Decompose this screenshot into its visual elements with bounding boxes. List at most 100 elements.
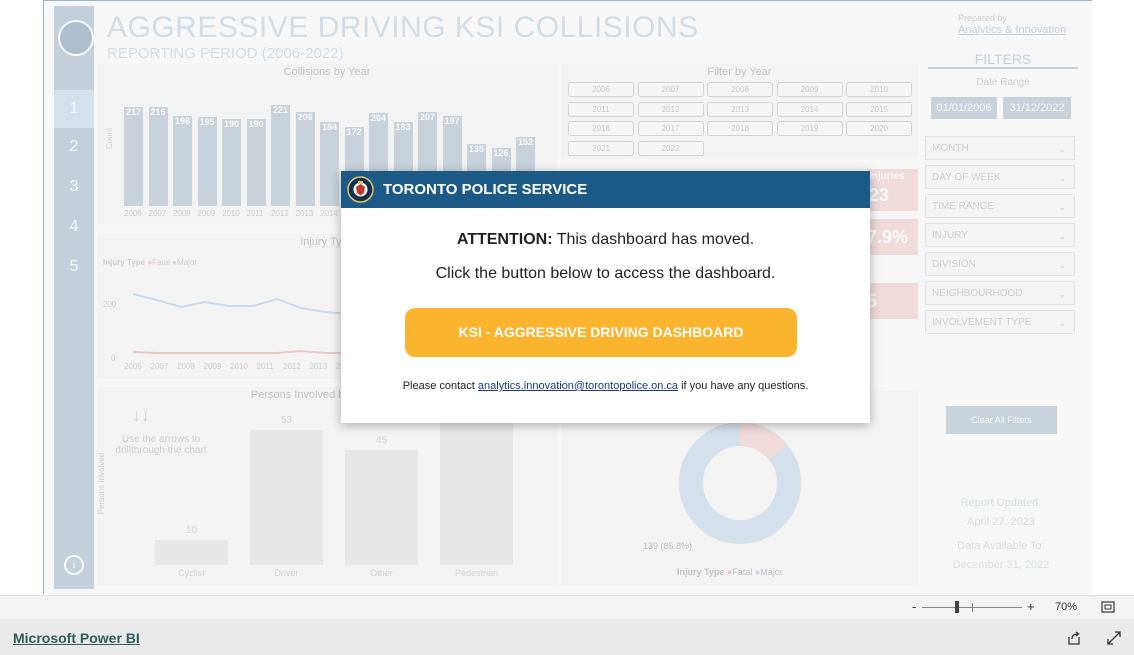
year-filter-2007[interactable]: 2007 xyxy=(637,82,704,97)
fullscreen-icon[interactable] xyxy=(1106,630,1122,646)
persons-category-label: Pedestrian xyxy=(454,568,499,578)
nav-page-4[interactable]: 4 xyxy=(54,208,94,246)
nav-page-2[interactable]: 2 xyxy=(54,128,94,166)
zoom-out-button[interactable]: - xyxy=(912,599,916,614)
info-icon[interactable]: i xyxy=(64,555,84,575)
report-updated-label: Report Updated: xyxy=(960,497,1042,509)
major-series-line xyxy=(132,293,350,315)
tps-logo-icon xyxy=(58,20,94,56)
kpi-injuries-label: Injuries xyxy=(869,171,905,182)
collision-bar-2012[interactable]: 221 xyxy=(271,105,290,206)
slicer-label: INVOLVEMENT TYPE xyxy=(932,317,1032,328)
year-filter-2006[interactable]: 2006 xyxy=(568,82,634,97)
collision-bar-2008[interactable]: 198 xyxy=(173,115,192,206)
slicer-month[interactable]: MONTH ⌄ xyxy=(925,136,1075,160)
report-updated-date: April 27, 2023 xyxy=(967,516,1035,528)
year-filter-2020[interactable]: 2020 xyxy=(846,121,912,136)
nav-page-3[interactable]: 3 xyxy=(54,168,94,206)
year-filter-2019[interactable]: 2019 xyxy=(776,121,843,136)
year-filter-2010[interactable]: 2010 xyxy=(846,82,912,97)
chevron-down-icon: ⌄ xyxy=(1058,260,1066,270)
collision-bar-2006[interactable]: 217 xyxy=(124,106,143,206)
collision-year-label: 2008 xyxy=(173,209,191,218)
year-filter-2018[interactable]: 2018 xyxy=(707,121,773,136)
persons-bar-pedestrian[interactable] xyxy=(440,420,513,565)
collision-bar-2014[interactable]: 184 xyxy=(320,122,339,206)
powerbi-footer: Microsoft Power BI xyxy=(0,619,1134,655)
chevron-down-icon: ⌄ xyxy=(1058,318,1066,328)
donut-legend: Injury Type ●Fatal ●Major xyxy=(677,567,783,577)
donut-legend-fatal: Fatal xyxy=(732,567,753,577)
year-filter-2021[interactable]: 2021 xyxy=(568,140,634,156)
chevron-down-icon: ⌄ xyxy=(1058,231,1066,241)
collision-bar-2010[interactable]: 190 xyxy=(222,119,241,206)
zoom-level[interactable]: 70% xyxy=(1055,601,1077,613)
collision-bar-2011[interactable]: 190 xyxy=(246,119,266,206)
slicer-time-range[interactable]: TIME RANGE ⌄ xyxy=(925,194,1075,218)
zoom-slider-midmark xyxy=(972,603,973,612)
slicer-label: INJURY xyxy=(932,230,968,241)
ksi-dashboard-button[interactable]: KSI - AGGRESSIVE DRIVING DASHBOARD xyxy=(405,308,797,357)
zoom-bar: - + 70% xyxy=(0,595,1134,620)
year-filter-2012[interactable]: 2012 xyxy=(637,101,704,117)
nav-page-1[interactable]: 1 xyxy=(54,90,94,128)
collision-bar-2009[interactable]: 195 xyxy=(197,116,217,206)
persons-value-label: 45 xyxy=(375,435,388,447)
chevron-down-icon: ⌄ xyxy=(1058,202,1066,212)
chevron-down-icon: ⌄ xyxy=(1058,144,1066,154)
date-end-input[interactable]: 31/12/2022 xyxy=(1003,97,1071,119)
nav-page-5[interactable]: 5 xyxy=(54,248,94,286)
year-filter-2008[interactable]: 2008 xyxy=(707,82,773,97)
year-filter-2014[interactable]: 2014 xyxy=(776,101,843,117)
persons-bar-driver[interactable] xyxy=(250,430,323,565)
kpi-injuries-card: Injuries 23 xyxy=(867,169,918,211)
chevron-down-icon: ⌄ xyxy=(1058,289,1066,299)
data-available-label: Data Available To: xyxy=(957,540,1045,552)
slicer-label: NEIGHBOURHOOD xyxy=(932,288,1023,299)
donut-legend-label: Injury Type xyxy=(677,567,725,577)
injury-year-label: 2009 xyxy=(203,362,222,371)
slicer-neighbourhood[interactable]: NEIGHBOURHOOD ⌄ xyxy=(925,281,1075,305)
zoom-slider-track[interactable] xyxy=(922,601,1022,613)
fit-to-page-icon[interactable] xyxy=(1101,601,1115,613)
kpi-percent-card: 7.9% xyxy=(867,219,918,255)
date-start-input[interactable]: 01/01/2006 xyxy=(931,97,997,119)
persons-value-label: 53 xyxy=(280,415,293,427)
year-filter-2015[interactable]: 2015 xyxy=(846,101,912,117)
year-filter-2009[interactable]: 2009 xyxy=(776,82,843,97)
year-filter-2017[interactable]: 2017 xyxy=(637,121,704,136)
year-filter-2016[interactable]: 2016 xyxy=(568,121,634,136)
collision-year-label: 2009 xyxy=(197,209,216,218)
collision-bar-2013[interactable]: 206 xyxy=(295,111,315,206)
drillthrough-arrows-icon: ↓↓ xyxy=(132,405,150,425)
year-filter-2022[interactable]: 2022 xyxy=(637,140,704,156)
slicer-day-of-week[interactable]: DAY OF WEEK ⌄ xyxy=(925,165,1075,189)
clear-filters-button[interactable]: Clear All Filters xyxy=(946,406,1057,434)
share-icon[interactable] xyxy=(1066,630,1082,646)
prepared-by-label: Prepared by xyxy=(958,13,1008,23)
collision-year-label: 2011 xyxy=(246,209,264,218)
zoom-in-button[interactable]: + xyxy=(1027,599,1035,614)
slicer-injury[interactable]: INJURY ⌄ xyxy=(925,223,1075,247)
report-subtitle: REPORTING PERIOD (2006-2022) xyxy=(107,45,344,62)
slicer-involvement-type[interactable]: INVOLVEMENT TYPE ⌄ xyxy=(925,310,1075,334)
collision-bar-2007[interactable]: 216 xyxy=(148,107,168,206)
date-range-label: Date Range xyxy=(976,77,1030,88)
collision-year-label: 2006 xyxy=(124,209,142,218)
persons-value-label: 10 xyxy=(185,524,198,536)
collision-year-label: 2014 xyxy=(320,209,338,218)
drillthrough-hint: Use the arrows to drillthrough the chart xyxy=(115,434,207,456)
contact-email-link[interactable]: analytics.innovation@torontopolice.on.ca xyxy=(478,380,678,392)
zoom-slider-thumb[interactable] xyxy=(955,601,959,613)
slicer-division[interactable]: DIVISION ⌄ xyxy=(925,252,1075,276)
injury-year-label: 2008 xyxy=(177,362,195,371)
filters-title: FILTERS xyxy=(928,51,1078,69)
persons-bar-cyclist[interactable] xyxy=(155,539,228,565)
prepared-by-link[interactable]: Analytics & Innovation xyxy=(958,24,1066,36)
year-filter-2011[interactable]: 2011 xyxy=(568,101,634,117)
collision-year-label: 2007 xyxy=(148,209,167,218)
attention-text: This dashboard has moved. xyxy=(552,231,755,248)
year-filter-2013[interactable]: 2013 xyxy=(707,101,773,117)
persons-bar-other[interactable] xyxy=(345,450,418,565)
powerbi-link[interactable]: Microsoft Power BI xyxy=(13,630,140,646)
